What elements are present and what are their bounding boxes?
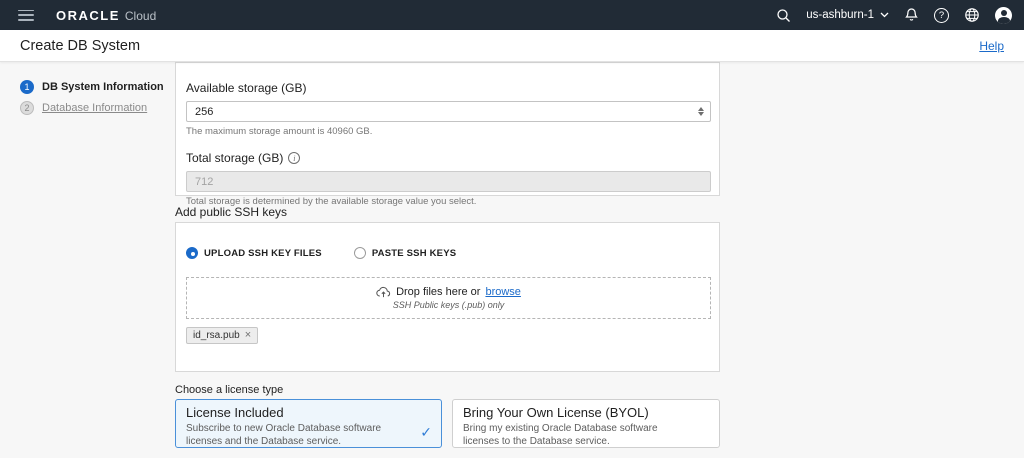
radio-selected-icon[interactable] bbox=[186, 247, 198, 259]
brand-cloud: Cloud bbox=[125, 9, 156, 23]
license-card-byol[interactable]: Bring Your Own License (BYOL) Bring my e… bbox=[452, 399, 720, 448]
chevron-down-icon bbox=[880, 12, 889, 18]
ssh-radio-group: UPLOAD SSH KEY FILES PASTE SSH KEYS bbox=[186, 247, 709, 259]
check-icon: ✓ bbox=[420, 424, 432, 441]
drop-hint: SSH Public keys (.pub) only bbox=[393, 300, 505, 310]
page-header: Create DB System Help bbox=[0, 30, 1024, 62]
help-question-icon[interactable]: ? bbox=[934, 8, 949, 23]
brand-oracle: ORACLE bbox=[56, 8, 120, 23]
step-number: 2 bbox=[20, 101, 34, 115]
oracle-cloud-logo[interactable]: ORACLE Cloud bbox=[56, 8, 156, 23]
wizard-steps: 1 DB System Information 2 Database Infor… bbox=[20, 80, 164, 122]
radio-upload-ssh-key-files[interactable]: UPLOAD SSH KEY FILES bbox=[186, 247, 322, 259]
available-storage-label: Available storage (GB) bbox=[186, 81, 709, 95]
chip-close-icon[interactable]: × bbox=[245, 330, 251, 341]
license-card-title: Bring Your Own License (BYOL) bbox=[463, 405, 709, 420]
total-storage-field bbox=[186, 171, 711, 192]
license-card-desc: Subscribe to new Oracle Database softwar… bbox=[186, 422, 431, 448]
cloud-upload-icon bbox=[376, 286, 391, 298]
radio-upload-label: UPLOAD SSH KEY FILES bbox=[204, 248, 322, 259]
menu-icon[interactable] bbox=[18, 10, 34, 21]
browse-link[interactable]: browse bbox=[485, 286, 520, 298]
ssh-panel: UPLOAD SSH KEY FILES PASTE SSH KEYS Drop… bbox=[175, 222, 720, 372]
globe-language-icon[interactable] bbox=[964, 7, 980, 23]
total-storage-label: Total storage (GB) bbox=[186, 151, 283, 165]
radio-unselected-icon[interactable] bbox=[354, 247, 366, 259]
license-card-desc: Bring my existing Oracle Database softwa… bbox=[463, 422, 709, 448]
avatar-person-icon bbox=[1001, 10, 1007, 16]
file-chip-name: id_rsa.pub bbox=[193, 330, 240, 341]
drop-text: Drop files here or bbox=[396, 286, 480, 298]
license-section-label: Choose a license type bbox=[175, 384, 283, 396]
available-storage-field bbox=[186, 101, 711, 122]
license-card-included[interactable]: License Included Subscribe to new Oracle… bbox=[175, 399, 442, 448]
stepper-down-icon[interactable] bbox=[698, 112, 704, 116]
stepper-up-icon[interactable] bbox=[698, 107, 704, 111]
info-icon[interactable]: i bbox=[288, 152, 300, 164]
notifications-bell-icon[interactable] bbox=[904, 7, 919, 23]
step-number: 1 bbox=[20, 80, 34, 94]
help-link[interactable]: Help bbox=[979, 39, 1004, 53]
question-glyph: ? bbox=[939, 10, 944, 21]
topbar: ORACLE Cloud us-ashburn-1 ? bbox=[0, 0, 1024, 30]
radio-paste-ssh-keys[interactable]: PASTE SSH KEYS bbox=[354, 247, 456, 259]
total-storage-input bbox=[187, 172, 710, 191]
step-label: DB System Information bbox=[42, 81, 164, 93]
ssh-section-label: Add public SSH keys bbox=[175, 205, 287, 219]
region-label: us-ashburn-1 bbox=[806, 9, 874, 21]
total-storage-label-row: Total storage (GB) i bbox=[186, 151, 709, 165]
search-icon[interactable] bbox=[776, 8, 791, 23]
user-avatar[interactable] bbox=[995, 7, 1012, 24]
available-storage-helper: The maximum storage amount is 40960 GB. bbox=[186, 126, 709, 137]
storage-panel: Available storage (GB) The maximum stora… bbox=[175, 62, 720, 196]
radio-paste-label: PASTE SSH KEYS bbox=[372, 248, 456, 259]
file-chip: id_rsa.pub × bbox=[186, 327, 258, 344]
file-dropzone[interactable]: Drop files here or browse SSH Public key… bbox=[186, 277, 711, 319]
step-label: Database Information bbox=[42, 102, 147, 114]
page-title: Create DB System bbox=[20, 38, 140, 54]
license-card-title: License Included bbox=[186, 405, 431, 420]
step-database-information[interactable]: 2 Database Information bbox=[20, 101, 164, 115]
available-storage-input[interactable] bbox=[187, 102, 710, 121]
region-selector[interactable]: us-ashburn-1 bbox=[806, 9, 889, 21]
stepper-control[interactable] bbox=[698, 102, 704, 121]
step-db-system-information[interactable]: 1 DB System Information bbox=[20, 80, 164, 94]
